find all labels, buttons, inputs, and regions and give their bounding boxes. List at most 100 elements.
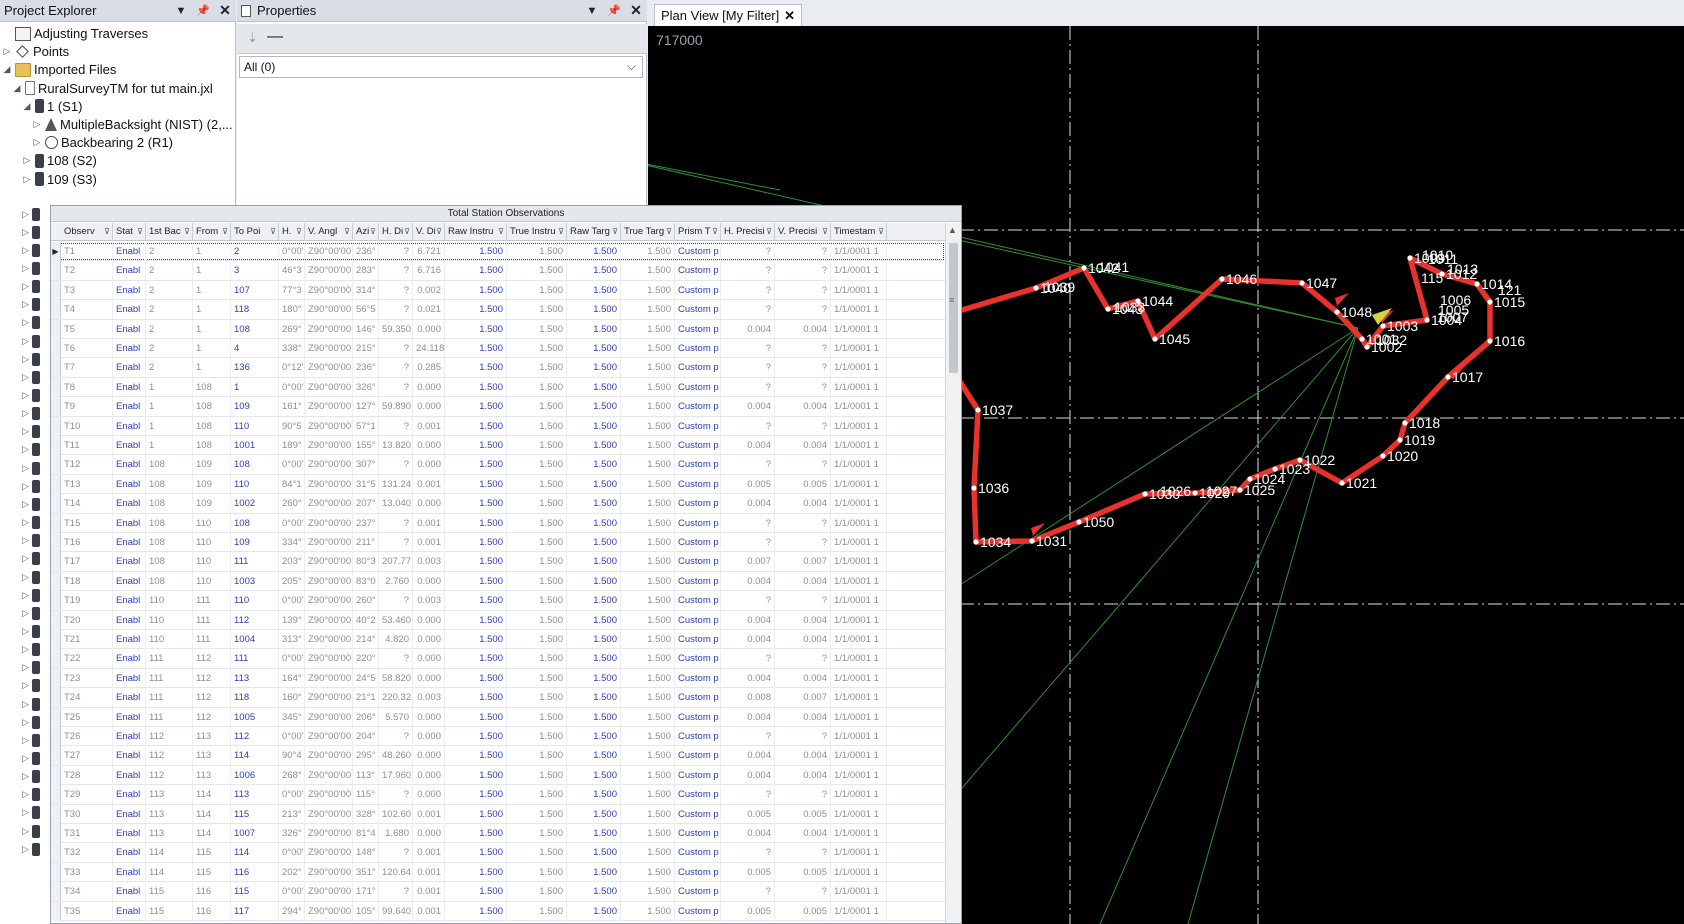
column-header[interactable]: Stat ⊽ bbox=[113, 223, 146, 241]
table-cell[interactable]: Enabl bbox=[113, 571, 146, 591]
table-cell[interactable]: 236° bbox=[353, 358, 379, 378]
table-cell[interactable]: 0.004 bbox=[775, 436, 831, 455]
row-selector[interactable] bbox=[51, 843, 61, 863]
table-cell[interactable]: 1.500 bbox=[445, 668, 507, 688]
table-cell[interactable]: 1.500 bbox=[445, 280, 507, 300]
expander-icon[interactable]: ▷ bbox=[22, 644, 32, 655]
expander-icon[interactable]: ▷ bbox=[22, 517, 32, 528]
station-node-stub[interactable]: ▷ bbox=[22, 496, 40, 512]
table-cell[interactable]: T10 bbox=[61, 416, 113, 436]
table-cell[interactable]: 1.500 bbox=[507, 533, 567, 552]
table-cell[interactable]: 0.004 bbox=[775, 610, 831, 630]
table-cell[interactable]: 1.500 bbox=[621, 474, 675, 494]
table-cell[interactable]: 1/1/0001 1 bbox=[831, 591, 887, 611]
table-cell[interactable]: 1.500 bbox=[507, 280, 567, 300]
table-cell[interactable]: 1.500 bbox=[567, 513, 621, 533]
table-cell[interactable]: 1.500 bbox=[567, 901, 621, 921]
table-cell[interactable]: 205° bbox=[279, 571, 305, 591]
table-cell[interactable]: 2 bbox=[146, 242, 193, 261]
table-cell[interactable]: Z90°00'00 bbox=[305, 533, 353, 552]
table-cell[interactable]: Enabl bbox=[113, 377, 146, 397]
expander-icon[interactable]: ▷ bbox=[22, 626, 32, 637]
expander-icon[interactable]: ▷ bbox=[22, 155, 32, 166]
table-cell[interactable]: Enabl bbox=[113, 455, 146, 475]
table-cell[interactable]: 110 bbox=[193, 552, 231, 572]
table-cell[interactable]: 0.004 bbox=[721, 571, 775, 591]
table-cell[interactable]: 114 bbox=[231, 746, 279, 766]
table-cell[interactable]: 109 bbox=[231, 397, 279, 417]
table-cell[interactable]: 110 bbox=[231, 591, 279, 611]
table-cell[interactable]: 1.500 bbox=[507, 746, 567, 766]
table-cell[interactable]: 0.000 bbox=[413, 397, 445, 417]
table-cell[interactable]: T28 bbox=[61, 765, 113, 785]
table-cell[interactable]: 1.500 bbox=[507, 571, 567, 591]
table-cell[interactable]: Enabl bbox=[113, 765, 146, 785]
table-cell[interactable]: Enabl bbox=[113, 552, 146, 572]
table-cell[interactable]: 1.500 bbox=[445, 843, 507, 863]
table-cell[interactable]: 1 bbox=[193, 358, 231, 378]
table-cell[interactable]: T12 bbox=[61, 455, 113, 475]
table-cell[interactable]: Z90°00'00 bbox=[305, 824, 353, 843]
table-cell[interactable]: T5 bbox=[61, 319, 113, 339]
table-cell[interactable]: 113 bbox=[146, 785, 193, 805]
table-cell[interactable]: 114 bbox=[193, 804, 231, 824]
table-cell[interactable]: 0°00' bbox=[279, 727, 305, 746]
station-node-stub[interactable]: ▷ bbox=[22, 424, 40, 440]
table-row[interactable]: T15 Enabl 108 110 108 0°00' Z90°00'00 237°? 0.00… bbox=[51, 513, 945, 533]
table-cell[interactable]: 236° bbox=[353, 242, 379, 261]
collapse-icon[interactable]: — bbox=[267, 28, 283, 46]
table-cell[interactable]: 1/1/0001 1 bbox=[831, 319, 887, 339]
table-cell[interactable]: ? bbox=[775, 358, 831, 378]
table-row[interactable]: T25 Enabl 111 112 1005 345° Z90°00'00 206° 5.570… bbox=[51, 707, 945, 727]
table-cell[interactable]: 1.500 bbox=[621, 261, 675, 281]
table-cell[interactable]: T7 bbox=[61, 358, 113, 378]
table-cell[interactable]: ? bbox=[721, 339, 775, 358]
table-cell[interactable]: Custom p bbox=[675, 494, 721, 514]
table-cell[interactable]: 108 bbox=[193, 397, 231, 417]
column-header[interactable]: H. ⊽ bbox=[279, 223, 305, 241]
table-cell[interactable]: 0.001 bbox=[413, 804, 445, 824]
table-cell[interactable]: 1.500 bbox=[567, 591, 621, 611]
table-cell[interactable]: 113 bbox=[193, 746, 231, 766]
table-cell[interactable]: 1.500 bbox=[445, 824, 507, 843]
table-cell[interactable]: 214° bbox=[353, 630, 379, 649]
table-cell[interactable]: 116 bbox=[193, 882, 231, 902]
table-cell[interactable]: 1.500 bbox=[621, 358, 675, 378]
table-cell[interactable]: Custom p bbox=[675, 513, 721, 533]
table-cell[interactable]: Custom p bbox=[675, 804, 721, 824]
table-cell[interactable]: T19 bbox=[61, 591, 113, 611]
table-cell[interactable]: 1.500 bbox=[621, 746, 675, 766]
table-cell[interactable]: T6 bbox=[61, 339, 113, 358]
tree-node[interactable]: ◢ 1 (S1) bbox=[22, 97, 83, 116]
table-cell[interactable]: 155° bbox=[353, 436, 379, 455]
table-cell[interactable]: 0.000 bbox=[413, 785, 445, 805]
table-cell[interactable]: Z90°00'00 bbox=[305, 649, 353, 669]
row-selector[interactable] bbox=[51, 668, 61, 688]
table-cell[interactable]: 1005 bbox=[231, 707, 279, 727]
expander-icon[interactable]: ▷ bbox=[22, 680, 32, 691]
station-node-stub[interactable]: ▷ bbox=[22, 442, 40, 458]
table-cell[interactable]: Enabl bbox=[113, 630, 146, 649]
table-cell[interactable]: 58.820 bbox=[379, 668, 413, 688]
expander-icon[interactable]: ▷ bbox=[22, 608, 32, 619]
table-cell[interactable]: 1.500 bbox=[621, 785, 675, 805]
table-cell[interactable]: 269° bbox=[279, 319, 305, 339]
table-cell[interactable]: 110 bbox=[146, 591, 193, 611]
table-cell[interactable]: 1.500 bbox=[567, 785, 621, 805]
table-cell[interactable]: Z90°00'00 bbox=[305, 785, 353, 805]
table-cell[interactable]: 1.500 bbox=[567, 339, 621, 358]
table-cell[interactable]: 111 bbox=[231, 649, 279, 669]
table-cell[interactable]: 1.500 bbox=[445, 377, 507, 397]
table-cell[interactable]: ? bbox=[379, 280, 413, 300]
table-cell[interactable]: T23 bbox=[61, 668, 113, 688]
table-cell[interactable]: 136 bbox=[231, 358, 279, 378]
table-cell[interactable]: 1.500 bbox=[507, 377, 567, 397]
station-node-stub[interactable]: ▷ bbox=[22, 279, 40, 295]
table-cell[interactable]: 0.000 bbox=[413, 707, 445, 727]
tree-node[interactable]: ◢ RuralSurveyTM for tut main.jxl bbox=[12, 79, 213, 98]
table-cell[interactable]: 109 bbox=[231, 533, 279, 552]
table-cell[interactable]: 220.32 bbox=[379, 688, 413, 708]
expander-icon[interactable]: ▷ bbox=[22, 807, 32, 818]
table-cell[interactable]: 108 bbox=[193, 416, 231, 436]
table-cell[interactable]: 13.040 bbox=[379, 494, 413, 514]
